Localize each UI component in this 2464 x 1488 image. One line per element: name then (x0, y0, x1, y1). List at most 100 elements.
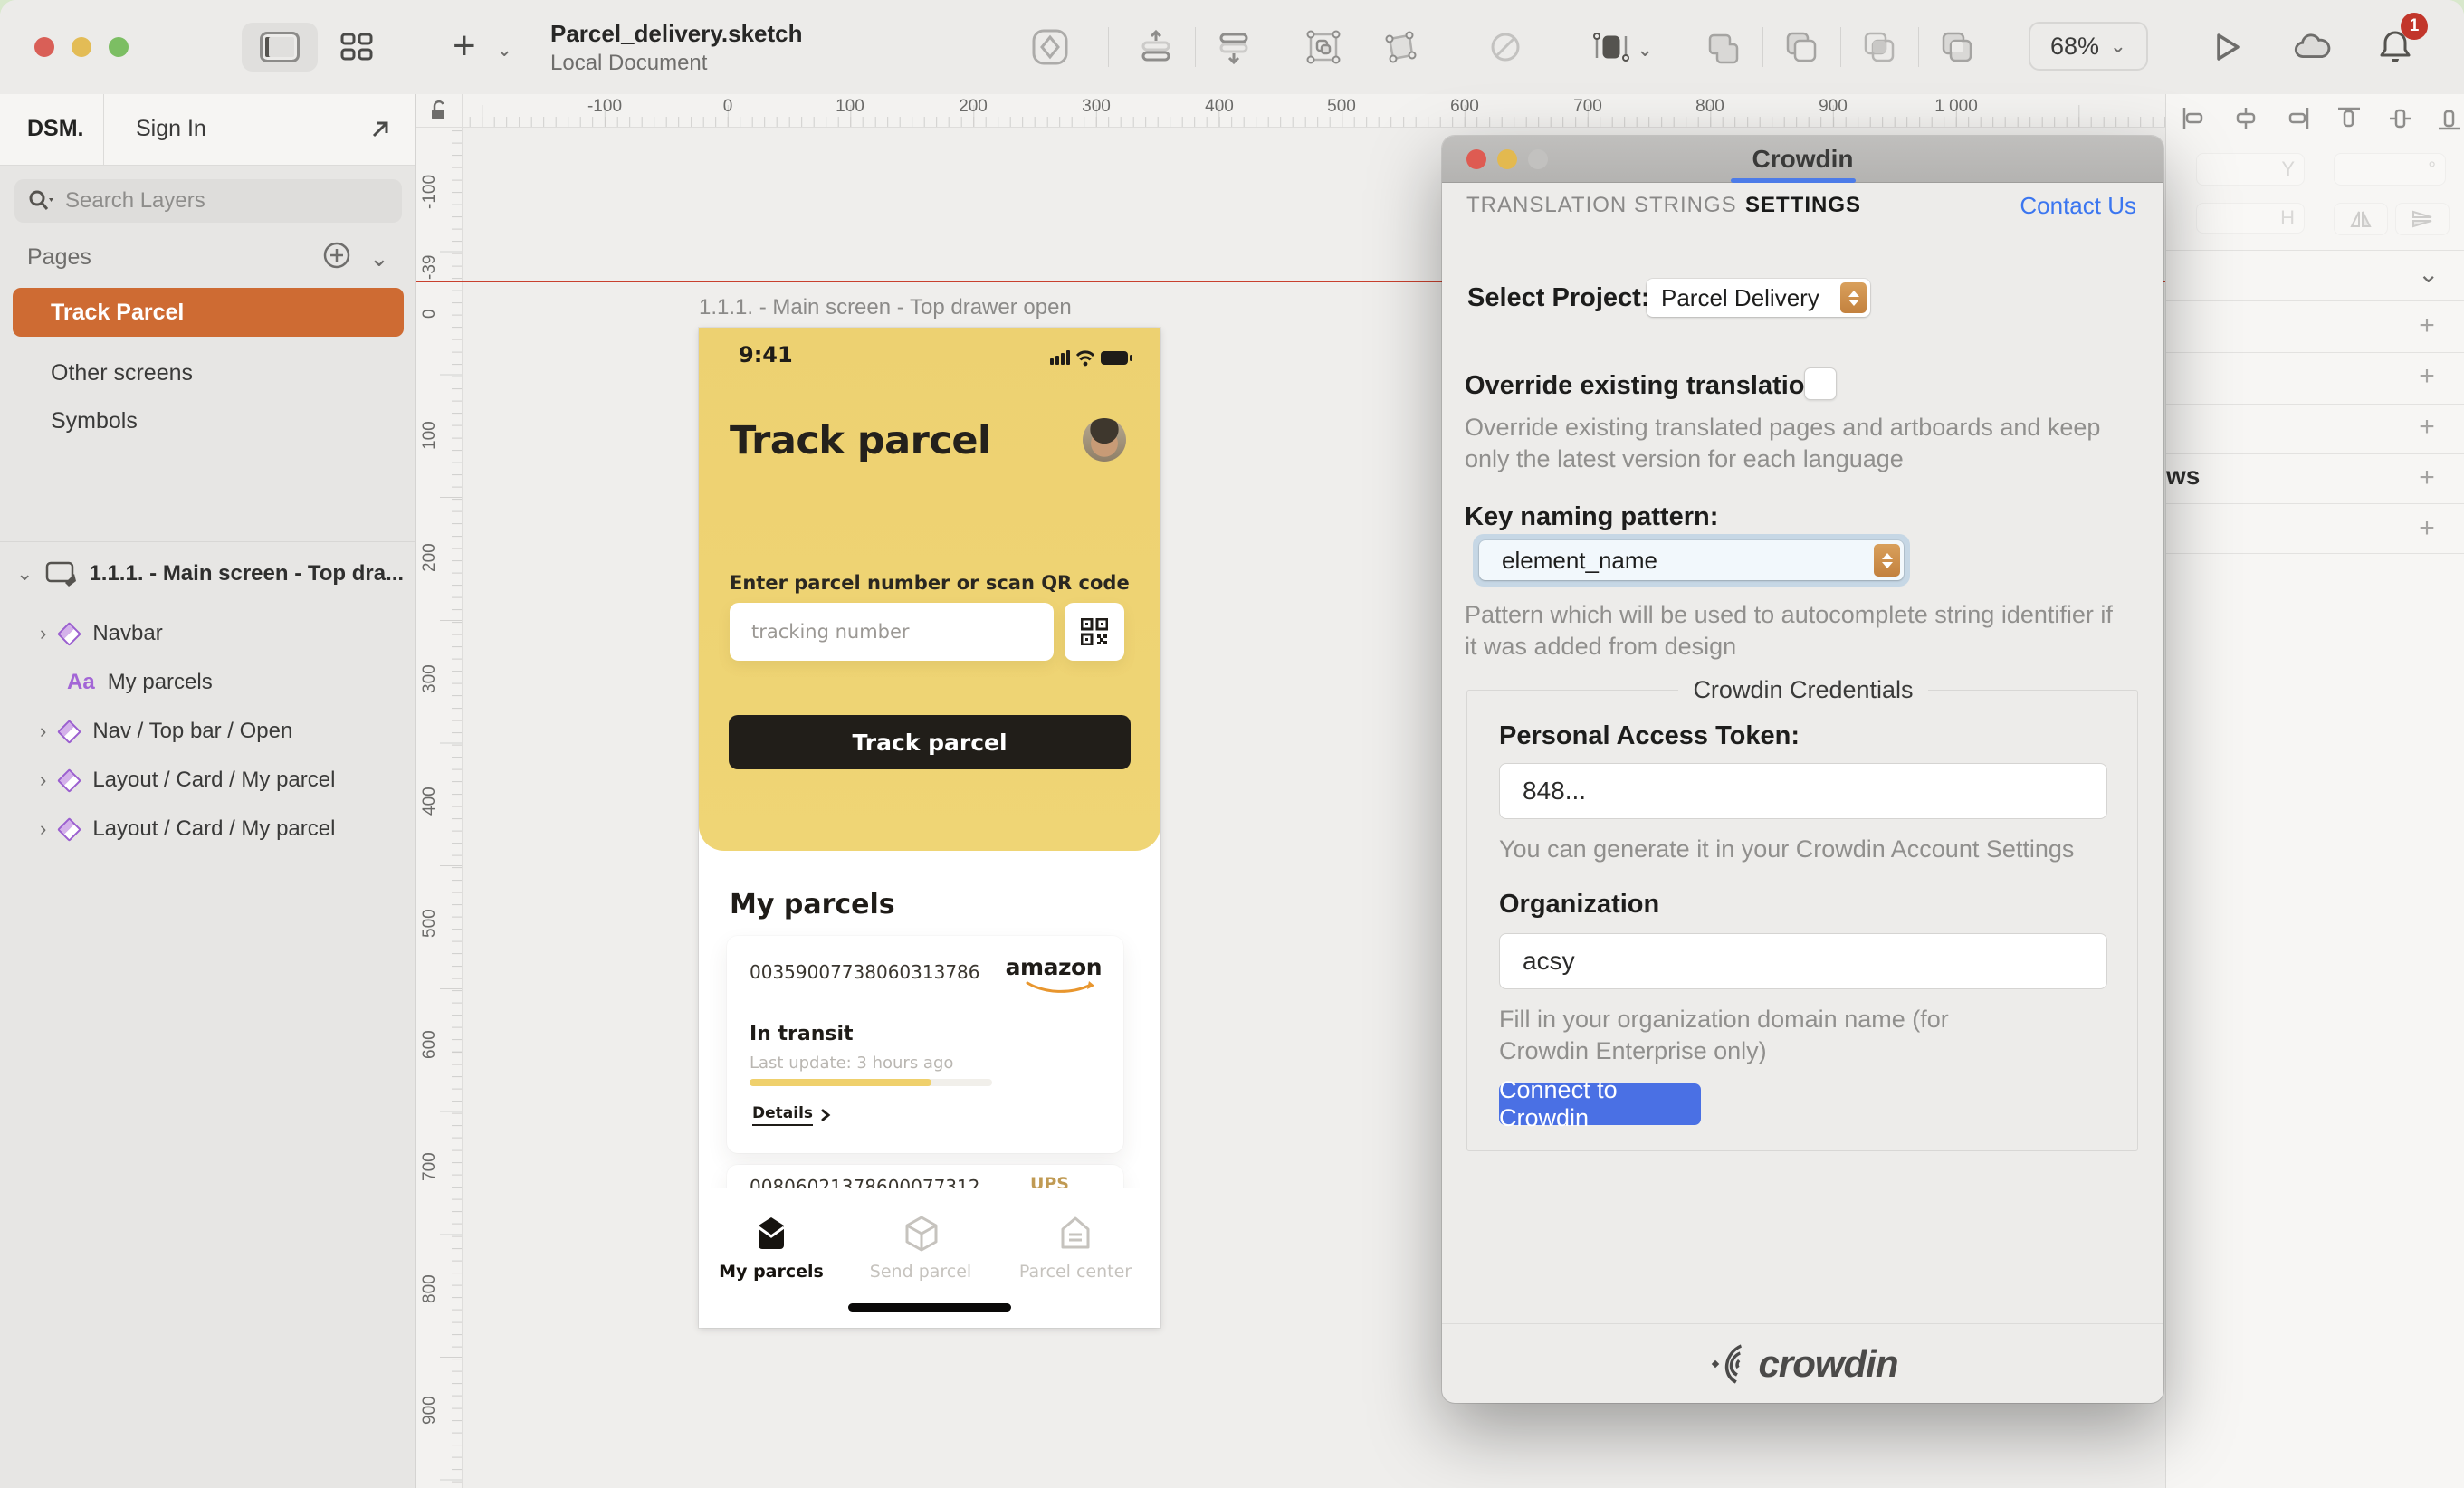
contact-us-link[interactable]: Contact Us (2020, 192, 2136, 220)
edit-selection-button[interactable] (1304, 27, 1343, 67)
credentials-fieldset: Crowdin Credentials Personal Access Toke… (1466, 690, 2138, 1151)
open-external-icon[interactable] (368, 117, 393, 142)
sidebar-page-other-screens[interactable]: Other screens (13, 348, 404, 397)
section-collapse-chevron-icon[interactable]: ⌄ (2418, 259, 2439, 289)
minimize-traffic-light[interactable] (72, 37, 91, 57)
layer-row-my-parcels[interactable]: Aa My parcels (67, 661, 411, 704)
layer-row-nav-top-bar[interactable]: › Nav / Top bar / Open (40, 710, 411, 753)
token-input[interactable]: 848... (1499, 763, 2107, 819)
sign-in-button[interactable]: Sign In (136, 116, 206, 142)
dsm-tab[interactable]: DSM. (27, 116, 84, 142)
sidebar-page-track-parcel[interactable]: Track Parcel (13, 288, 404, 337)
send-backward-button[interactable] (1214, 27, 1254, 67)
tab-settings[interactable]: SETTINGS (1745, 193, 1861, 218)
nav-label-my-parcels: My parcels (708, 1262, 835, 1282)
artboard-main-screen[interactable]: 9:41 Track parcel Enter parcel number or… (699, 328, 1160, 1328)
enter-parcel-label: Enter parcel number or scan QR code (730, 572, 1130, 594)
preview-button[interactable] (2207, 27, 2247, 67)
sidebar-page-symbols[interactable]: Symbols (13, 396, 404, 445)
ruler-label: 900 (418, 1374, 442, 1446)
align-bottom-icon[interactable] (2436, 105, 2463, 132)
scale-chevron-icon[interactable]: ⌄ (1637, 38, 1653, 62)
symbol-layer-icon (57, 817, 81, 842)
cloud-share-button[interactable] (2293, 27, 2333, 67)
flip-vertical-button[interactable] (2395, 203, 2450, 235)
align-top-icon[interactable] (2335, 105, 2363, 132)
transform-icon (1381, 28, 1419, 66)
search-layers-field[interactable] (14, 179, 402, 223)
tab-strings[interactable]: STRINGS (1634, 193, 1737, 218)
crowdin-window-title: Crowdin (1442, 145, 2163, 174)
add-blur-button[interactable]: + (2411, 512, 2443, 545)
layer-row-card-1[interactable]: › Layout / Card / My parcel (40, 758, 411, 802)
tab-translation[interactable]: TRANSLATION (1466, 193, 1627, 218)
subtract-icon (1782, 28, 1820, 66)
pages-collapse-chevron-icon[interactable]: ⌄ (369, 244, 389, 272)
canvas-view-toggle-button[interactable] (242, 23, 318, 72)
toolbar-divider (1108, 27, 1109, 67)
override-checkbox[interactable] (1804, 367, 1837, 400)
layer-name: Layout / Card / My parcel (92, 816, 335, 842)
artboard-title[interactable]: 1.1.1. - Main screen - Top drawer open (699, 295, 1072, 320)
intersect-button[interactable] (1859, 27, 1899, 67)
bring-forward-button[interactable] (1136, 27, 1176, 67)
align-left-icon[interactable] (2181, 105, 2208, 132)
avatar (1083, 418, 1126, 462)
subtract-button[interactable] (1781, 27, 1821, 67)
expand-chevron-icon: › (40, 817, 46, 841)
ruler-label: 500 (418, 887, 442, 959)
ruler-label: 700 (1552, 97, 1624, 117)
ruler-label: 100 (418, 399, 442, 472)
add-shadow-button[interactable]: + (2411, 462, 2443, 494)
search-input[interactable] (63, 187, 366, 215)
grid-icon (339, 29, 375, 65)
crowdin-titlebar[interactable]: Crowdin (1442, 136, 2163, 183)
ruler-label: 600 (418, 1008, 442, 1081)
add-page-icon[interactable] (322, 241, 351, 270)
key-pattern-select[interactable]: element_name (1479, 540, 1904, 580)
ruler-label: -100 (418, 156, 442, 228)
difference-button[interactable] (1937, 27, 1977, 67)
page-label: Track Parcel (51, 300, 184, 326)
flip-horizontal-button[interactable] (2334, 203, 2388, 235)
ruler-label: 200 (937, 97, 1009, 117)
insert-button[interactable]: + (453, 24, 476, 69)
layer-row-card-2[interactable]: › Layout / Card / My parcel (40, 807, 411, 851)
union-button[interactable] (1704, 27, 1743, 67)
connect-to-crowdin-button[interactable]: Connect to Crowdin (1499, 1083, 1701, 1125)
align-center-h-icon[interactable] (2232, 105, 2259, 132)
ruler-label: 500 (1305, 97, 1378, 117)
align-center-v-icon[interactable] (2387, 105, 2414, 132)
organization-input[interactable]: acsy (1499, 933, 2107, 989)
inspector-divider (2166, 453, 2464, 454)
flip-vertical-icon (2411, 209, 2434, 229)
close-traffic-light[interactable] (34, 37, 54, 57)
insert-chevron-icon[interactable]: ⌄ (496, 38, 512, 62)
key-pattern-help-text: Pattern which will be used to autocomple… (1465, 599, 2125, 663)
zoom-level-control[interactable]: 68% ⌄ (2029, 22, 2148, 71)
transform-button[interactable] (1380, 27, 1420, 67)
add-fill-button[interactable]: + (2411, 360, 2443, 393)
mask-button[interactable] (1485, 27, 1525, 67)
mask-icon (1486, 28, 1524, 66)
add-style-button[interactable]: + (2411, 310, 2443, 342)
unlock-icon[interactable] (429, 99, 449, 122)
create-symbol-button[interactable] (1030, 27, 1070, 67)
canvas-view-icon (260, 32, 300, 62)
crowdin-logo-text: crowdin (1758, 1342, 1897, 1386)
inspector-divider (2166, 503, 2464, 504)
ruler-label: 900 (1797, 97, 1869, 117)
rotation-field[interactable]: ° (2334, 153, 2446, 186)
layer-row-navbar[interactable]: › Navbar (40, 612, 411, 655)
project-select[interactable]: Parcel Delivery (1647, 279, 1870, 317)
layer-artboard-row[interactable]: ⌄ 1.1.1. - Main screen - Top dra... (16, 552, 406, 596)
height-field[interactable]: H (2196, 203, 2305, 234)
align-right-icon[interactable] (2284, 105, 2311, 132)
ruler-label: 100 (814, 97, 886, 117)
y-position-field[interactable]: Y (2196, 153, 2305, 186)
scale-button[interactable] (1591, 27, 1631, 67)
zoom-traffic-light[interactable] (109, 37, 129, 57)
add-border-button[interactable]: + (2411, 411, 2443, 444)
carrier-logo: amazon (1006, 954, 1102, 980)
grid-view-icon[interactable] (337, 27, 377, 67)
